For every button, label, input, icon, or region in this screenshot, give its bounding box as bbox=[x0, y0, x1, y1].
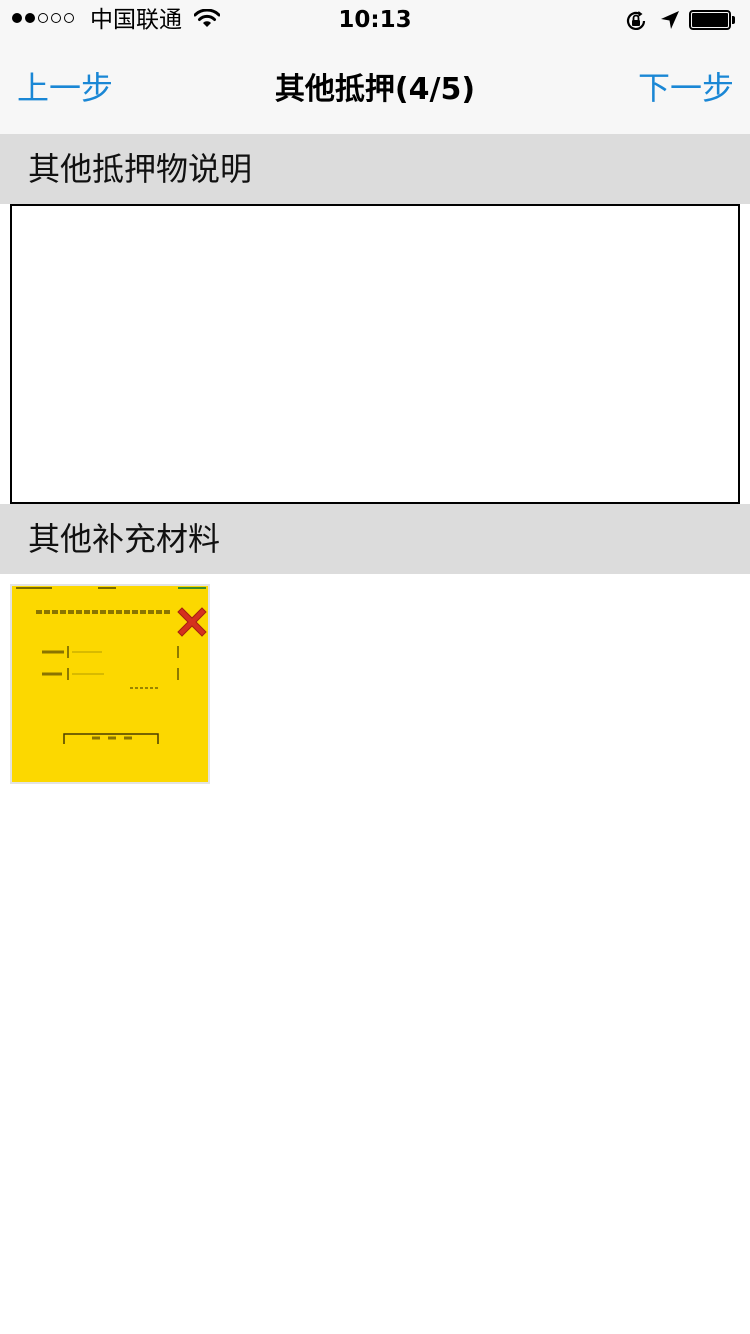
rotation-lock-icon bbox=[624, 9, 648, 37]
section-header-supplement: 其他补充材料 bbox=[0, 504, 750, 574]
section-header-description: 其他抵押物说明 bbox=[0, 134, 750, 204]
battery-icon bbox=[689, 10, 735, 30]
section-title: 其他抵押物说明 bbox=[28, 150, 253, 188]
delete-icon[interactable] bbox=[172, 602, 208, 642]
attachment-thumbnail[interactable] bbox=[10, 584, 210, 784]
status-bar: 中国联通 10:13 bbox=[0, 0, 750, 40]
location-arrow-icon bbox=[660, 10, 680, 34]
navigation-bar: 上一步 其他抵押(4/5) 下一步 bbox=[0, 40, 750, 134]
description-textarea[interactable] bbox=[10, 204, 740, 504]
section-title: 其他补充材料 bbox=[28, 520, 221, 558]
next-button[interactable]: 下一步 bbox=[638, 68, 734, 108]
